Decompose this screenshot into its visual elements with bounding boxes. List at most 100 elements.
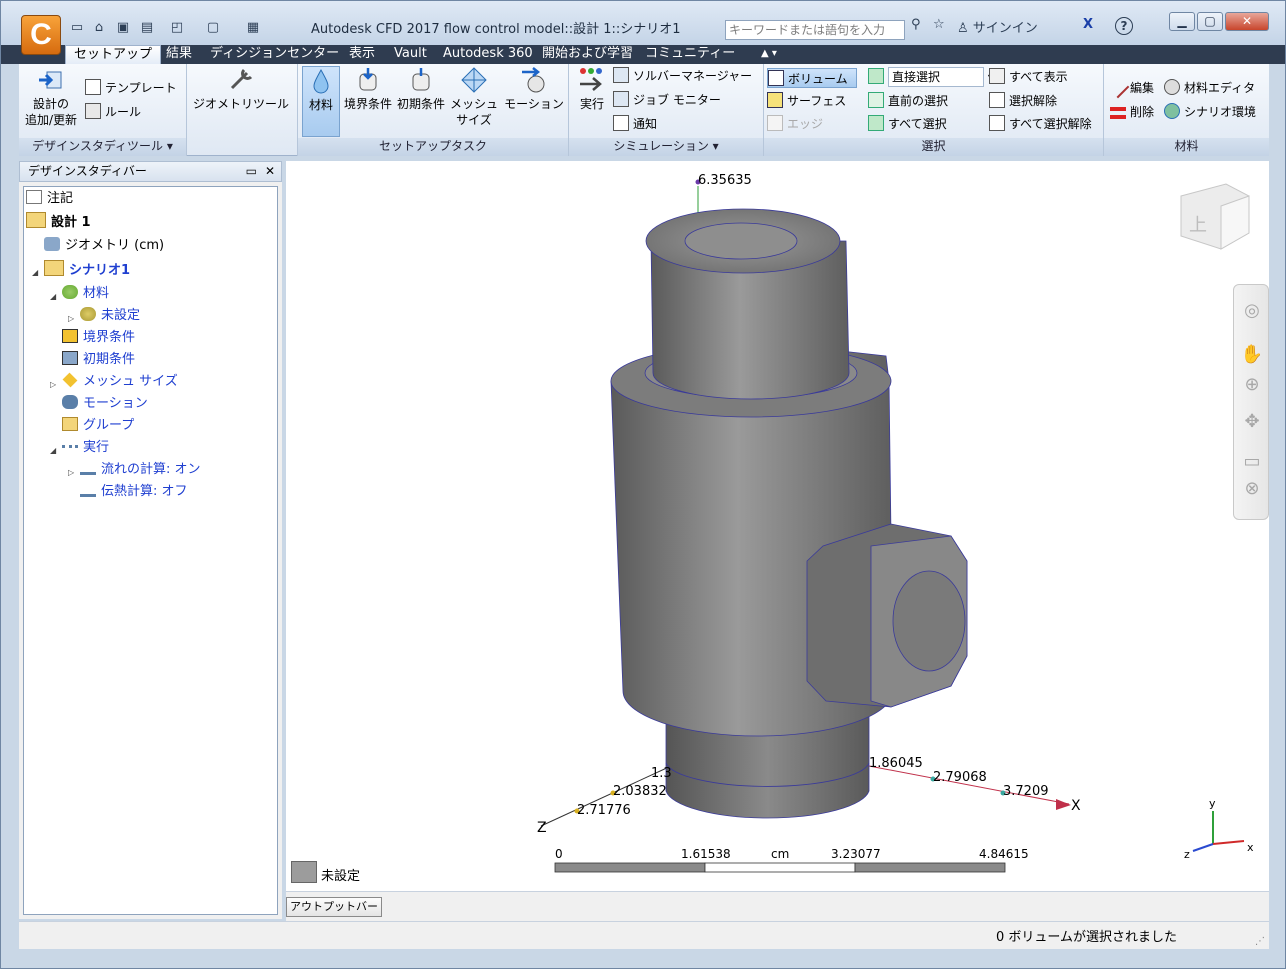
- new-file-icon[interactable]: ▭: [69, 20, 85, 36]
- model-viewport[interactable]: 6.35635 1.86045 2.79068 3.7209 X 1.3 2.0…: [286, 161, 1269, 891]
- expand-mesh-icon[interactable]: ▷: [50, 380, 56, 389]
- material-editor-button[interactable]: 材料エディタ: [1164, 78, 1255, 98]
- layout-icon[interactable]: ▦: [245, 20, 261, 36]
- view-icon[interactable]: ▢: [205, 20, 221, 36]
- tab-results[interactable]: 結果: [166, 45, 192, 64]
- solver-manager-button[interactable]: ソルバーマネージャー: [613, 66, 752, 86]
- float-panel-icon[interactable]: ▭: [246, 162, 257, 181]
- initial-conditions-button[interactable]: 初期条件: [395, 66, 447, 112]
- tree-node-initial[interactable]: 初期条件: [62, 350, 135, 370]
- tree-node-group[interactable]: グループ: [62, 416, 134, 436]
- rule-button[interactable]: ルール: [85, 102, 141, 122]
- flow-icon: [80, 465, 96, 475]
- select-all-icon: [868, 115, 884, 131]
- edit-button[interactable]: 編集: [1106, 75, 1154, 99]
- expand-scenario-icon[interactable]: ◢: [32, 268, 38, 277]
- close-button[interactable]: ✕: [1225, 12, 1269, 31]
- maximize-button[interactable]: ▢: [1197, 12, 1223, 31]
- show-all-button[interactable]: すべて表示: [989, 67, 1068, 87]
- minimize-button[interactable]: ▁: [1169, 12, 1195, 31]
- job-monitor-button[interactable]: ジョブ モニター: [613, 90, 721, 110]
- boundary-conditions-button[interactable]: 境界条件: [343, 66, 393, 112]
- output-bar-button[interactable]: アウトプットバー: [286, 897, 382, 917]
- mesh-size-button[interactable]: メッシュ サイズ: [449, 66, 499, 128]
- favorites-star-icon[interactable]: ☆: [933, 17, 945, 32]
- tree-node-scenario[interactable]: シナリオ1: [44, 260, 130, 280]
- ribbon-minimize-icon[interactable]: ▲ ▾: [761, 45, 777, 64]
- tree-node-run[interactable]: 実行: [62, 438, 109, 458]
- deselect-label: 選択解除: [1009, 94, 1058, 108]
- select-all-button[interactable]: すべて選択: [868, 114, 947, 134]
- binoculars-icon[interactable]: ⚲: [911, 17, 921, 32]
- run-button[interactable]: 実行: [573, 66, 611, 112]
- delete-button[interactable]: 削除: [1110, 102, 1154, 122]
- add-update-design-button[interactable]: 設計の 追加/更新: [23, 66, 79, 128]
- steering-wheel-icon[interactable]: ◎: [1240, 299, 1264, 323]
- tree-node-unset[interactable]: 未設定: [80, 306, 140, 326]
- notify-button[interactable]: 通知: [613, 114, 657, 134]
- app-menu-button[interactable]: C: [21, 15, 61, 55]
- scenario-environment-button[interactable]: シナリオ環境: [1164, 102, 1256, 122]
- geometry-tools-button[interactable]: ジオメトリツール: [191, 66, 291, 112]
- z-dimension-3: 2.71776: [577, 803, 631, 818]
- model-canvas[interactable]: 6.35635 1.86045 2.79068 3.7209 X 1.3 2.0…: [286, 161, 1269, 891]
- expand-flow-icon[interactable]: ▷: [68, 468, 74, 477]
- zoom-icon[interactable]: ⊕: [1240, 373, 1264, 397]
- tab-community[interactable]: コミュニティー: [645, 45, 735, 64]
- tab-setup[interactable]: セットアップ: [65, 45, 162, 64]
- viewcube[interactable]: 上: [1180, 183, 1250, 250]
- motion-button[interactable]: モーション: [503, 66, 565, 112]
- tree-node-notes[interactable]: 注記: [26, 189, 73, 209]
- edge-select-button[interactable]: エッジ: [767, 114, 823, 134]
- orbit-icon[interactable]: ✥: [1240, 410, 1264, 434]
- select-tool-icon[interactable]: ◰: [169, 20, 185, 36]
- tree-node-boundary[interactable]: 境界条件: [62, 328, 135, 348]
- tab-decision-center[interactable]: ディシジョンセンター: [210, 45, 339, 64]
- show-motion-icon[interactable]: ⊗: [1240, 477, 1264, 501]
- save-icon[interactable]: ▣: [115, 20, 131, 36]
- volume-select-button[interactable]: ボリューム: [767, 68, 857, 88]
- material-button[interactable]: 材料: [302, 66, 340, 137]
- exchange-apps-icon[interactable]: X: [1083, 17, 1093, 32]
- title-bar: ▭ ⌂ ▣ ▤ ◰ ▢ ▦ Autodesk CFD 2017 flow con…: [1, 1, 1285, 45]
- open-file-icon[interactable]: ⌂: [91, 20, 107, 36]
- signin-button[interactable]: ♙ サインイン: [957, 17, 1038, 36]
- simulation-panel: 実行 ソルバーマネージャー ジョブ モニター 通知 シミュレーション ▾: [569, 64, 764, 156]
- tab-autodesk-360[interactable]: Autodesk 360: [443, 45, 533, 64]
- tree-node-geometry[interactable]: ジオメトリ (cm): [44, 236, 164, 256]
- tree-node-mesh[interactable]: メッシュ サイズ: [62, 372, 178, 392]
- tab-view[interactable]: 表示: [349, 45, 375, 64]
- close-panel-icon[interactable]: ✕: [265, 162, 275, 181]
- deselect-button[interactable]: 選択解除: [989, 91, 1057, 111]
- surface-select-button[interactable]: サーフェス: [767, 91, 846, 111]
- tree-node-design[interactable]: 設計 1: [26, 212, 91, 232]
- tab-getting-started[interactable]: 開始および学習: [542, 45, 633, 64]
- edge-icon: [767, 115, 783, 131]
- resize-grip-icon[interactable]: ⋰: [1255, 936, 1265, 947]
- design-tools-footer[interactable]: デザインスタディツール ▾: [19, 138, 186, 156]
- expand-materials-icon[interactable]: ◢: [50, 292, 56, 301]
- tab-vault[interactable]: Vault: [394, 45, 427, 64]
- tree-node-materials[interactable]: 材料: [62, 284, 109, 304]
- save-as-icon[interactable]: ▤: [139, 20, 155, 36]
- tree-node-flow[interactable]: 流れの計算: オン: [80, 460, 201, 480]
- look-at-icon[interactable]: ▭: [1240, 450, 1264, 474]
- expand-run-icon[interactable]: ◢: [50, 446, 56, 455]
- template-label: テンプレート: [105, 81, 177, 95]
- initial-conditions-icon: [412, 68, 430, 91]
- job-monitor-label: ジョブ モニター: [633, 93, 721, 107]
- deselect-all-button[interactable]: すべて選択解除: [989, 114, 1092, 134]
- triad-x-label: x: [1247, 841, 1254, 854]
- direct-select-dropdown[interactable]: 直接選択 ▾: [868, 67, 994, 87]
- help-button[interactable]: ?: [1115, 17, 1133, 35]
- tree-node-motion[interactable]: モーション: [62, 394, 148, 414]
- template-button[interactable]: テンプレート: [85, 78, 177, 98]
- motion-icon: [522, 67, 545, 93]
- deselect-all-icon: [989, 115, 1005, 131]
- search-input[interactable]: キーワードまたは語句を入力: [725, 20, 905, 40]
- tree-node-heat[interactable]: 伝熱計算: オフ: [80, 482, 188, 502]
- simulation-footer[interactable]: シミュレーション ▾: [569, 138, 763, 156]
- expand-unset-icon[interactable]: ▷: [68, 314, 74, 323]
- previous-selection-button[interactable]: 直前の選択: [868, 91, 948, 111]
- pan-hand-icon[interactable]: ✋: [1240, 343, 1264, 367]
